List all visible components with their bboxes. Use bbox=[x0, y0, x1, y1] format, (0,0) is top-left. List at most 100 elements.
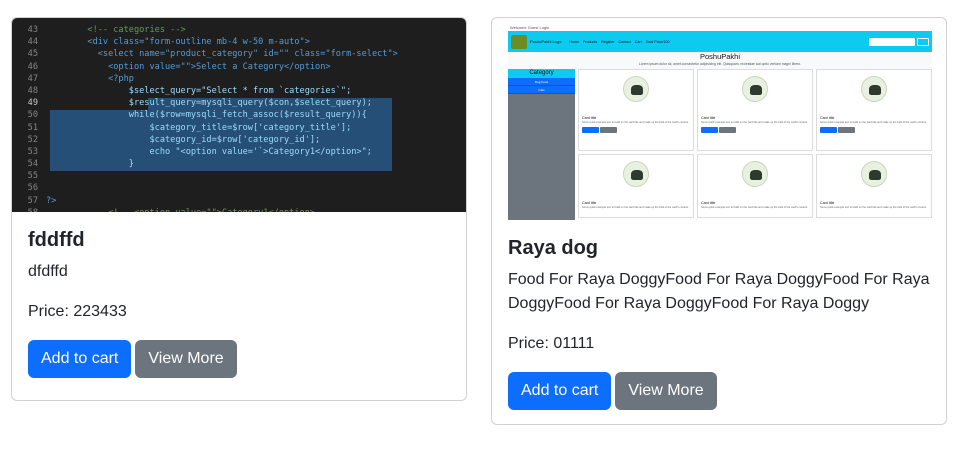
add-to-cart-button[interactable]: Add to cart bbox=[28, 340, 132, 378]
code-line: 58 <!-- <option value="">Category1</opti… bbox=[12, 207, 466, 212]
code-line: 48 $select_query="Select * from `categor… bbox=[12, 85, 466, 97]
mini-product-card: Card title Some quick example text to bui… bbox=[816, 154, 932, 218]
code-text: <!-- <option value="">Category1</option> bbox=[46, 207, 315, 212]
product-title: Raya dog bbox=[508, 237, 599, 259]
mini-view-more-button bbox=[600, 127, 617, 134]
code-line: 44 <div class="form-outline mb-4 w-50 m-… bbox=[12, 36, 466, 48]
mini-product-card: Card title Some quick example text to bui… bbox=[578, 69, 694, 151]
code-line: 46 <option value="">Select a Category</o… bbox=[12, 61, 466, 73]
code-line: 45 <select name="product_category" id=""… bbox=[12, 48, 466, 60]
code-block: 43 <!-- categories --> 44 <div class="for… bbox=[12, 24, 466, 212]
code-line: 56 bbox=[12, 182, 466, 194]
code-text: $result_query=mysqli_query($con,$select_… bbox=[46, 98, 372, 109]
mini-sidebar-title: Category bbox=[508, 69, 575, 78]
mini-card-text: Some quick example text to build on the … bbox=[820, 121, 927, 124]
product-card: Welcome Guest Login PoshuPakhi Logo Home… bbox=[491, 17, 947, 425]
mini-card-title: Card title bbox=[820, 201, 835, 205]
mini-card-text: Some quick example text to build on the … bbox=[582, 206, 689, 209]
mini-nav-link: Register bbox=[601, 39, 615, 44]
line-number: 56 bbox=[27, 183, 38, 194]
code-text: <div class="form-outline mb-4 w-50 m-aut… bbox=[46, 37, 310, 48]
line-number: 51 bbox=[27, 122, 38, 133]
line-number: 58 bbox=[12, 207, 46, 212]
mini-product-card: Card title Some quick example text to bui… bbox=[697, 69, 813, 151]
mini-brand: PoshuPakhi Logo bbox=[530, 39, 562, 44]
code-line: 50 while($row=mysqli_fetch_assoc($result… bbox=[12, 109, 466, 121]
mini-card-text: Some quick example text to build on the … bbox=[701, 206, 808, 209]
code-text: <option value="">Select a Category</opti… bbox=[46, 61, 331, 72]
mini-product-card: Card title Some quick example text to bui… bbox=[697, 154, 813, 218]
line-number: 55 bbox=[27, 171, 38, 182]
code-line: 57 ?> bbox=[12, 195, 466, 207]
dog-logo-icon bbox=[623, 161, 649, 187]
mini-search-input bbox=[869, 37, 915, 46]
mini-card-title: Card title bbox=[701, 116, 716, 120]
mini-subheading: Lorem ipsum dolor sit, amet consectetur … bbox=[638, 62, 802, 66]
mini-add-to-cart-button bbox=[701, 127, 718, 134]
product-price: Price: 223433 bbox=[28, 303, 127, 320]
dog-logo-icon bbox=[742, 161, 768, 187]
mini-card-title: Card title bbox=[582, 116, 597, 120]
mini-view-more-button bbox=[838, 127, 855, 134]
mini-sidebar: Category Dog Food Cats bbox=[508, 69, 575, 220]
product-price: Price: 01111 bbox=[508, 335, 595, 352]
product-image-code-screenshot: 43 <!-- categories --> 44 <div class="for… bbox=[12, 18, 466, 212]
code-text: } bbox=[46, 159, 134, 170]
add-to-cart-button[interactable]: Add to cart bbox=[508, 372, 612, 410]
code-text: ?> bbox=[46, 195, 57, 206]
mini-add-to-cart-button bbox=[582, 127, 599, 134]
code-text: <select name="product_category" id="" cl… bbox=[46, 49, 398, 60]
logo-icon bbox=[511, 34, 527, 49]
mini-sidebar-item: Dog Food bbox=[508, 78, 575, 86]
mini-sidebar-item: Cats bbox=[508, 86, 575, 94]
view-more-button[interactable]: View More bbox=[615, 372, 717, 410]
dog-logo-icon bbox=[623, 76, 649, 102]
mini-nav-link: Contact bbox=[618, 39, 631, 44]
code-text: <!-- categories --> bbox=[46, 25, 186, 35]
line-number: 45 bbox=[27, 49, 38, 60]
dog-logo-icon bbox=[861, 76, 887, 102]
mini-card-title: Card title bbox=[582, 201, 597, 205]
code-line: 53 echo "<option value='`>Category1</opt… bbox=[12, 146, 466, 158]
line-number: 49 bbox=[27, 98, 38, 109]
dog-logo-icon bbox=[742, 76, 768, 102]
mini-view-more-button bbox=[719, 127, 736, 134]
mini-navbar: PoshuPakhi Logo Home Products Register C… bbox=[508, 31, 932, 52]
line-number: 50 bbox=[27, 110, 38, 121]
product-title: fddffd bbox=[28, 229, 85, 251]
code-line: 55 bbox=[12, 170, 466, 182]
mini-header: PoshuPakhi Lorem ipsum dolor sit, amet c… bbox=[508, 52, 932, 69]
mini-nav-link: Cart bbox=[634, 39, 642, 44]
product-description: Food For Raya DoggyFood For Raya DoggyFo… bbox=[508, 271, 930, 312]
product-image-website-screenshot: Welcome Guest Login PoshuPakhi Logo Home… bbox=[492, 18, 946, 220]
line-number: 46 bbox=[27, 61, 38, 72]
line-number: 44 bbox=[27, 37, 38, 48]
line-number: 47 bbox=[27, 73, 38, 84]
line-number: 53 bbox=[27, 146, 38, 157]
mini-product-card: Card title Some quick example text to bui… bbox=[816, 69, 932, 151]
code-text: echo "<option value='`>Category1</option… bbox=[46, 146, 372, 157]
dog-logo-icon bbox=[861, 161, 887, 187]
line-number: 54 bbox=[27, 159, 38, 170]
code-line: 51 $category_title=$row['category_title'… bbox=[12, 122, 466, 134]
code-text: $category_id=$row['category_id']; bbox=[46, 134, 321, 145]
line-number: 48 bbox=[27, 85, 38, 96]
mini-product-grid: Card title Some quick example text to bui… bbox=[578, 69, 932, 218]
code-line: 43 <!-- categories --> bbox=[12, 24, 466, 36]
line-number: 57 bbox=[27, 195, 38, 206]
mini-product-card: Card title Some quick example text to bui… bbox=[578, 154, 694, 218]
view-more-button[interactable]: View More bbox=[135, 340, 237, 378]
mini-add-to-cart-button bbox=[820, 127, 837, 134]
code-line: 49 $result_query=mysqli_query($con,$sele… bbox=[12, 97, 466, 109]
line-number: 43 bbox=[27, 25, 38, 35]
code-line: 47 <?php bbox=[12, 73, 466, 85]
mini-search-button bbox=[917, 37, 929, 46]
mini-heading: PoshuPakhi bbox=[699, 52, 741, 61]
mini-topbar: Welcome Guest Login bbox=[510, 25, 550, 30]
code-line: 52 $category_id=$row['category_id']; bbox=[12, 134, 466, 146]
product-description: dfdffd bbox=[28, 263, 68, 280]
code-text: $category_title=$row['category_title']; bbox=[46, 122, 352, 133]
mini-card-text: Some quick example text to build on the … bbox=[701, 121, 808, 124]
code-text: <?php bbox=[46, 73, 134, 84]
line-number: 52 bbox=[27, 134, 38, 145]
